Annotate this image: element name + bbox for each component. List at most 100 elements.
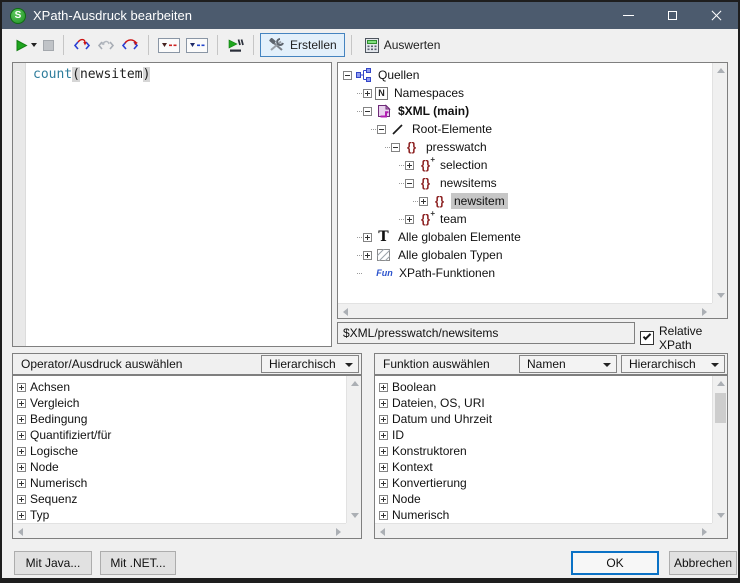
- expand-icon[interactable]: [379, 399, 388, 408]
- expand-icon[interactable]: [17, 415, 26, 424]
- cancel-button[interactable]: Abbrechen: [669, 551, 737, 575]
- scroll-down-icon[interactable]: [717, 293, 725, 298]
- operator-item-node[interactable]: Node: [13, 459, 346, 475]
- scroll-left-icon[interactable]: [380, 528, 385, 536]
- run-dropdown-icon[interactable]: [31, 43, 37, 47]
- expand-icon[interactable]: [405, 161, 414, 170]
- collapse-icon[interactable]: [343, 71, 352, 80]
- maximize-button[interactable]: [650, 2, 694, 29]
- operator-item-logische[interactable]: Logische: [13, 443, 346, 459]
- function-vertical-scrollbar[interactable]: [712, 376, 727, 523]
- expand-icon[interactable]: [379, 447, 388, 456]
- function-item-dateien-os-uri[interactable]: Dateien, OS, URI: [375, 395, 712, 411]
- scroll-left-icon[interactable]: [343, 308, 348, 316]
- step-into-button[interactable]: [70, 33, 94, 57]
- expand-icon[interactable]: [17, 447, 26, 456]
- scroll-down-icon[interactable]: [351, 513, 359, 518]
- operator-item-numerisch[interactable]: Numerisch: [13, 475, 346, 491]
- function-item-boolean[interactable]: Boolean: [375, 379, 712, 395]
- insert-tracepoint-button[interactable]: [183, 33, 211, 57]
- close-button[interactable]: [694, 2, 738, 29]
- expand-icon[interactable]: [379, 431, 388, 440]
- xpath-expression-text[interactable]: count(newsitem): [33, 67, 150, 82]
- expand-icon[interactable]: [419, 197, 428, 206]
- operator-vertical-scrollbar[interactable]: [346, 376, 361, 523]
- tree-item-alle-globalen-typen[interactable]: Alle globalen Typen: [338, 246, 712, 264]
- tree-item-team[interactable]: {}+team: [338, 210, 712, 228]
- expand-icon[interactable]: [17, 511, 26, 520]
- function-item-konstruktoren[interactable]: Konstruktoren: [375, 443, 712, 459]
- function-sort-dropdown[interactable]: Hierarchisch: [621, 355, 725, 373]
- function-item-node[interactable]: Node: [375, 491, 712, 507]
- expand-icon[interactable]: [17, 479, 26, 488]
- ok-button[interactable]: OK: [571, 551, 659, 575]
- expand-icon[interactable]: [379, 495, 388, 504]
- operator-item-vergleich[interactable]: Vergleich: [13, 395, 346, 411]
- expand-icon[interactable]: [363, 233, 372, 242]
- expand-icon[interactable]: [17, 399, 26, 408]
- stop-button[interactable]: [40, 33, 57, 57]
- run-evaluation-button[interactable]: [12, 33, 40, 57]
- tree-item-selection[interactable]: {}+selection: [338, 156, 712, 174]
- tree-item-xml-main[interactable]: $XML (main): [338, 102, 712, 120]
- tree-item-newsitem[interactable]: {}newsitem: [338, 192, 712, 210]
- step-out-button[interactable]: [94, 33, 118, 57]
- expand-icon[interactable]: [17, 383, 26, 392]
- scroll-right-icon[interactable]: [336, 528, 341, 536]
- function-horizontal-scrollbar[interactable]: [375, 523, 712, 538]
- expand-icon[interactable]: [17, 431, 26, 440]
- expand-icon[interactable]: [363, 251, 372, 260]
- function-filter-dropdown[interactable]: Namen: [519, 355, 617, 373]
- function-item-numerisch[interactable]: Numerisch: [375, 507, 712, 523]
- scroll-right-icon[interactable]: [702, 308, 707, 316]
- xpath-expression-editor[interactable]: count(newsitem): [12, 62, 332, 347]
- operator-item-bedingung[interactable]: Bedingung: [13, 411, 346, 427]
- mit-java-button[interactable]: Mit Java...: [14, 551, 92, 575]
- operator-item-quantifiziert-f-r[interactable]: Quantifiziert/für: [13, 427, 346, 443]
- operator-item-achsen[interactable]: Achsen: [13, 379, 346, 395]
- mit-dotnet-button[interactable]: Mit .NET...: [100, 551, 176, 575]
- tree-item-newsitems[interactable]: {}newsitems: [338, 174, 712, 192]
- operator-sort-dropdown[interactable]: Hierarchisch: [261, 355, 359, 373]
- scroll-up-icon[interactable]: [717, 68, 725, 73]
- expand-icon[interactable]: [405, 215, 414, 224]
- title-bar[interactable]: S XPath-Ausdruck bearbeiten: [2, 2, 738, 29]
- expand-icon[interactable]: [17, 495, 26, 504]
- tree-item-presswatch[interactable]: {}presswatch: [338, 138, 712, 156]
- collapse-icon[interactable]: [405, 179, 414, 188]
- scroll-down-icon[interactable]: [717, 513, 725, 518]
- function-item-id[interactable]: ID: [375, 427, 712, 443]
- expand-icon[interactable]: [379, 511, 388, 520]
- scroll-left-icon[interactable]: [18, 528, 23, 536]
- tree-item-namespaces[interactable]: NNamespaces: [338, 84, 712, 102]
- tree-item-xpath-funktionen[interactable]: FunXPath-Funktionen: [338, 264, 712, 282]
- expand-icon[interactable]: [17, 463, 26, 472]
- expand-icon[interactable]: [379, 463, 388, 472]
- expand-icon[interactable]: [379, 479, 388, 488]
- tree-item-quellen[interactable]: Quellen: [338, 66, 712, 84]
- relative-xpath-checkbox[interactable]: [640, 331, 654, 345]
- selected-xpath-field[interactable]: $XML/presswatch/newsitems: [337, 322, 635, 344]
- scrollbar-thumb[interactable]: [715, 393, 726, 423]
- evaluate-on-typing-button[interactable]: [224, 33, 247, 57]
- operator-horizontal-scrollbar[interactable]: [13, 523, 346, 538]
- operator-item-sequenz[interactable]: Sequenz: [13, 491, 346, 507]
- expand-icon[interactable]: [379, 383, 388, 392]
- scroll-right-icon[interactable]: [702, 528, 707, 536]
- relative-xpath-option[interactable]: Relative XPath: [640, 324, 738, 352]
- collapse-icon[interactable]: [363, 107, 372, 116]
- scroll-up-icon[interactable]: [351, 381, 359, 386]
- function-item-konvertierung[interactable]: Konvertierung: [375, 475, 712, 491]
- tree-horizontal-scrollbar[interactable]: [338, 303, 712, 318]
- step-over-button[interactable]: [118, 33, 142, 57]
- erstellen-tab-button[interactable]: Erstellen: [260, 33, 345, 57]
- function-item-kontext[interactable]: Kontext: [375, 459, 712, 475]
- tree-item-root-elemente[interactable]: Root-Elemente: [338, 120, 712, 138]
- expand-icon[interactable]: [363, 89, 372, 98]
- operator-item-typ[interactable]: Typ: [13, 507, 346, 523]
- collapse-icon[interactable]: [391, 143, 400, 152]
- auswerten-tab-button[interactable]: Auswerten: [358, 33, 448, 57]
- collapse-icon[interactable]: [377, 125, 386, 134]
- minimize-button[interactable]: [606, 2, 650, 29]
- expand-icon[interactable]: [379, 415, 388, 424]
